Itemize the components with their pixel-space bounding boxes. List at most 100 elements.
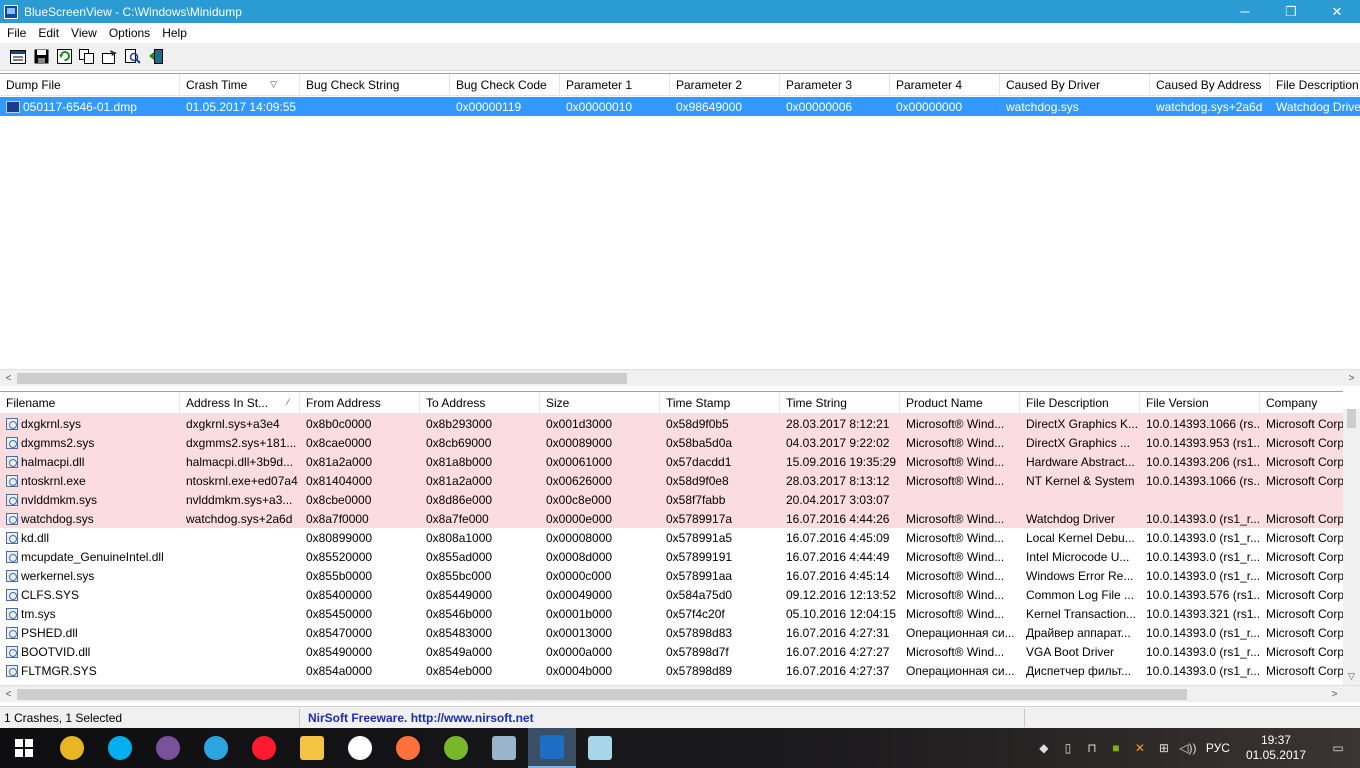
- taskbar-app-button[interactable]: [576, 728, 624, 768]
- table-row[interactable]: PSHED.dll 0x85470000 0x85483000 0x00013000 0…: [0, 623, 1343, 642]
- file-description-cell: VGA Boot Driver: [1026, 644, 1115, 659]
- col-bug-check-code[interactable]: Bug Check Code: [450, 74, 560, 95]
- tray-antivirus-icon[interactable]: ✕: [1128, 728, 1152, 768]
- tray-tablet-icon[interactable]: ▯: [1056, 728, 1080, 768]
- taskbar-app-button[interactable]: [480, 728, 528, 768]
- product-name-cell: Операционная си...: [906, 625, 1015, 640]
- scroll-left-icon[interactable]: <: [0, 370, 17, 387]
- col-parameter-2[interactable]: Parameter 2: [670, 74, 780, 95]
- menu-options[interactable]: Options: [103, 26, 156, 40]
- col-from-address[interactable]: From Address: [300, 392, 420, 413]
- driver-list-vertical-scrollbar[interactable]: ▽: [1343, 409, 1360, 685]
- menu-edit[interactable]: Edit: [32, 26, 65, 40]
- vertical-scrollbar-thumb[interactable]: [1347, 409, 1356, 428]
- col-dump-file[interactable]: Dump File: [0, 74, 180, 95]
- close-button[interactable]: ✕: [1314, 0, 1360, 23]
- language-indicator[interactable]: РУС: [1206, 741, 1230, 755]
- refresh-icon[interactable]: [54, 47, 74, 67]
- driver-list-horizontal-scrollbar[interactable]: < >: [0, 685, 1360, 702]
- table-row[interactable]: CLFS.SYS 0x85400000 0x85449000 0x00049000 0x…: [0, 585, 1343, 604]
- time-string-cell: 16.07.2016 4:45:14: [786, 568, 890, 583]
- col-address-in-stack[interactable]: Address In St... ⁄: [180, 392, 300, 413]
- tray-app-icon[interactable]: ◆: [1032, 728, 1056, 768]
- table-row[interactable]: kd.dll 0x80899000 0x808a1000 0x00008000 0x57…: [0, 528, 1343, 547]
- file-description-cell: Драйвер аппарат...: [1026, 625, 1131, 640]
- options-icon[interactable]: [100, 47, 120, 67]
- table-row[interactable]: tm.sys 0x85450000 0x8546b000 0x0001b000 0x57…: [0, 604, 1343, 623]
- scroll-left-icon[interactable]: <: [0, 686, 17, 703]
- address-in-stack-cell: watchdog.sys+2a6d: [186, 511, 293, 526]
- table-row[interactable]: ntoskrnl.exe ntoskrnl.exe+ed07a4 0x8140400…: [0, 471, 1343, 490]
- col-file-description[interactable]: File Description: [1020, 392, 1140, 413]
- windows-taskbar: ◆ ▯ ⊓ ■ ✕ ⊞ ◁)) РУС 19:37 01.05.2017 ▭: [0, 728, 1360, 768]
- save-icon[interactable]: [31, 47, 51, 67]
- scroll-right-icon[interactable]: >: [1326, 686, 1343, 703]
- col-file-version[interactable]: File Version: [1140, 392, 1260, 413]
- time-stamp-cell: 0x57899191: [666, 549, 733, 564]
- col-company[interactable]: Company: [1260, 392, 1343, 413]
- time-string-cell: 16.07.2016 4:44:26: [786, 511, 890, 526]
- clock[interactable]: 19:37 01.05.2017: [1246, 733, 1306, 763]
- col-crash-time[interactable]: Crash Time ▽: [180, 74, 300, 95]
- scrollbar-thumb[interactable]: [17, 689, 1187, 700]
- col-parameter-1[interactable]: Parameter 1: [560, 74, 670, 95]
- driver-list[interactable]: Filename Address In St... ⁄ From Address …: [0, 391, 1343, 702]
- col-bug-check-string[interactable]: Bug Check String: [300, 74, 450, 95]
- col-parameter-3[interactable]: Parameter 3: [780, 74, 890, 95]
- start-button[interactable]: [0, 728, 48, 768]
- menu-help[interactable]: Help: [156, 26, 193, 40]
- col-filename[interactable]: Filename: [0, 392, 180, 413]
- table-row[interactable]: FLTMGR.SYS 0x854a0000 0x854eb000 0x0004b000…: [0, 661, 1343, 680]
- taskbar-app-button[interactable]: [336, 728, 384, 768]
- menu-view[interactable]: View: [65, 26, 103, 40]
- exit-icon[interactable]: [146, 47, 166, 67]
- col-time-string[interactable]: Time String: [780, 392, 900, 413]
- col-file-description[interactable]: File Description: [1270, 74, 1360, 95]
- taskbar-app-button[interactable]: [240, 728, 288, 768]
- col-time-stamp[interactable]: Time Stamp: [660, 392, 780, 413]
- table-row[interactable]: halmacpi.dll halmacpi.dll+3b9d... 0x81a2a0…: [0, 452, 1343, 471]
- col-to-address[interactable]: To Address: [420, 392, 540, 413]
- table-row[interactable]: werkernel.sys 0x855b0000 0x855bc000 0x0000c…: [0, 566, 1343, 585]
- taskbar-app-button[interactable]: [288, 728, 336, 768]
- scroll-down-icon[interactable]: ▽: [1343, 668, 1360, 685]
- taskbar-app-button[interactable]: [192, 728, 240, 768]
- properties-icon[interactable]: [8, 47, 28, 67]
- table-row[interactable]: dxgmms2.sys dxgmms2.sys+181... 0x8cae0000 0…: [0, 433, 1343, 452]
- col-size[interactable]: Size: [540, 392, 660, 413]
- taskbar-app-button[interactable]: [48, 728, 96, 768]
- scroll-right-icon[interactable]: >: [1343, 370, 1360, 387]
- scrollbar-thumb[interactable]: [17, 373, 627, 384]
- crash-list[interactable]: Dump File Crash Time ▽ Bug Check String B…: [0, 73, 1360, 386]
- table-row[interactable]: watchdog.sys watchdog.sys+2a6d 0x8a7f0000 0…: [0, 509, 1343, 528]
- copy-icon[interactable]: [77, 47, 97, 67]
- crash-list-horizontal-scrollbar[interactable]: < >: [0, 369, 1360, 386]
- col-product-name[interactable]: Product Name: [900, 392, 1020, 413]
- table-row[interactable]: dxgkrnl.sys dxgkrnl.sys+a3e4 0x8b0c0000 0x8…: [0, 414, 1343, 433]
- col-caused-by-driver[interactable]: Caused By Driver: [1000, 74, 1150, 95]
- taskbar-app-button[interactable]: [96, 728, 144, 768]
- table-row[interactable]: mcupdate_GenuineIntel.dll 0x85520000 0x855…: [0, 547, 1343, 566]
- maximize-button[interactable]: ❐: [1268, 0, 1314, 23]
- tray-usb-icon[interactable]: ⊓: [1080, 728, 1104, 768]
- find-icon[interactable]: [123, 47, 143, 67]
- time-stamp-cell: 0x578991a5: [666, 530, 733, 545]
- network-icon[interactable]: ⊞: [1152, 728, 1176, 768]
- notifications-icon[interactable]: ▭: [1316, 728, 1360, 768]
- taskbar-app-button[interactable]: [384, 728, 432, 768]
- taskbar-app-button[interactable]: [144, 728, 192, 768]
- table-row[interactable]: nvlddmkm.sys nvlddmkm.sys+a3... 0x8cbe0000…: [0, 490, 1343, 509]
- taskbar-app-button[interactable]: [528, 728, 576, 768]
- minimize-button[interactable]: ─: [1222, 0, 1268, 23]
- nirsoft-link[interactable]: NirSoft Freeware. http://www.nirsoft.net: [300, 708, 1025, 727]
- time-string-cell: 16.07.2016 4:27:27: [786, 644, 890, 659]
- col-parameter-4[interactable]: Parameter 4: [890, 74, 1000, 95]
- menu-file[interactable]: File: [1, 26, 32, 40]
- table-row[interactable]: BOOTVID.dll 0x85490000 0x8549a000 0x0000a00…: [0, 642, 1343, 661]
- window-title: BlueScreenView - C:\Windows\Minidump: [24, 4, 242, 19]
- taskbar-app-button[interactable]: [432, 728, 480, 768]
- crash-row[interactable]: 050117-6546-01.dmp 01.05.2017 14:09:55 0…: [0, 97, 1360, 116]
- volume-icon[interactable]: ◁)): [1176, 728, 1200, 768]
- tray-nvidia-icon[interactable]: ■: [1104, 728, 1128, 768]
- col-caused-by-address[interactable]: Caused By Address: [1150, 74, 1270, 95]
